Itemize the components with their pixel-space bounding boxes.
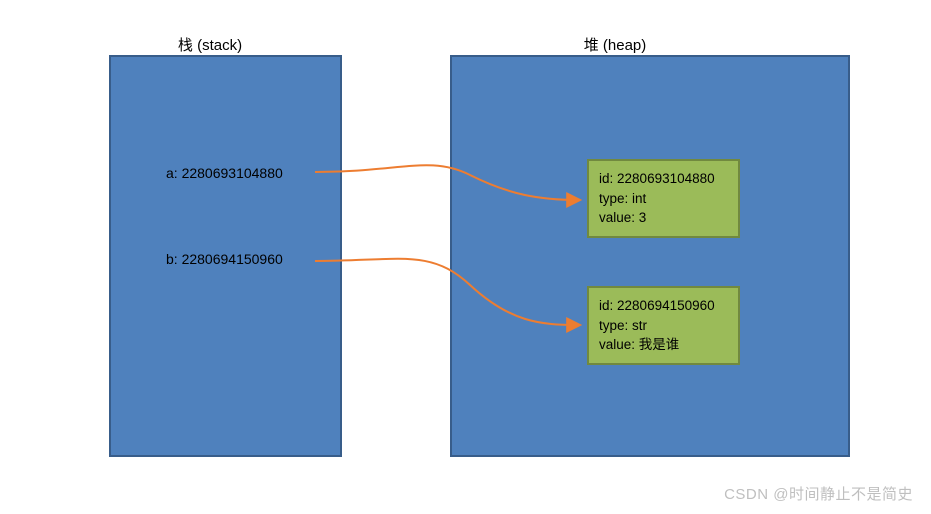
stack-entry-a: a: 2280693104880 — [166, 165, 283, 181]
obj2-value-row: value: 我是谁 — [599, 335, 728, 355]
obj1-id-label: id: — [599, 171, 613, 186]
obj2-type-value: str — [632, 318, 647, 333]
heap-object-str: id: 2280694150960 type: str value: 我是谁 — [587, 286, 740, 365]
obj2-id-row: id: 2280694150960 — [599, 296, 728, 316]
heap-box: id: 2280693104880 type: int value: 3 id:… — [450, 55, 850, 457]
obj2-type-row: type: str — [599, 316, 728, 336]
heap-object-int: id: 2280693104880 type: int value: 3 — [587, 159, 740, 238]
obj1-type-value: int — [632, 191, 646, 206]
obj2-value-value: 我是谁 — [639, 337, 680, 352]
obj1-id-row: id: 2280693104880 — [599, 169, 728, 189]
heap-label: 堆 (heap) — [555, 34, 675, 55]
stack-box: a: 2280693104880 b: 2280694150960 — [109, 55, 342, 457]
obj1-value-value: 3 — [639, 210, 647, 225]
obj2-value-label: value: — [599, 337, 635, 352]
obj1-type-row: type: int — [599, 189, 728, 209]
watermark: CSDN @时间静止不是简史 — [724, 483, 913, 504]
stack-entry-b: b: 2280694150960 — [166, 251, 283, 267]
obj1-type-label: type: — [599, 191, 628, 206]
obj1-id-value: 2280693104880 — [617, 171, 715, 186]
obj1-value-label: value: — [599, 210, 635, 225]
obj2-id-label: id: — [599, 298, 613, 313]
stack-label: 栈 (stack) — [150, 34, 270, 55]
obj2-id-value: 2280694150960 — [617, 298, 715, 313]
obj1-value-row: value: 3 — [599, 208, 728, 228]
obj2-type-label: type: — [599, 318, 628, 333]
